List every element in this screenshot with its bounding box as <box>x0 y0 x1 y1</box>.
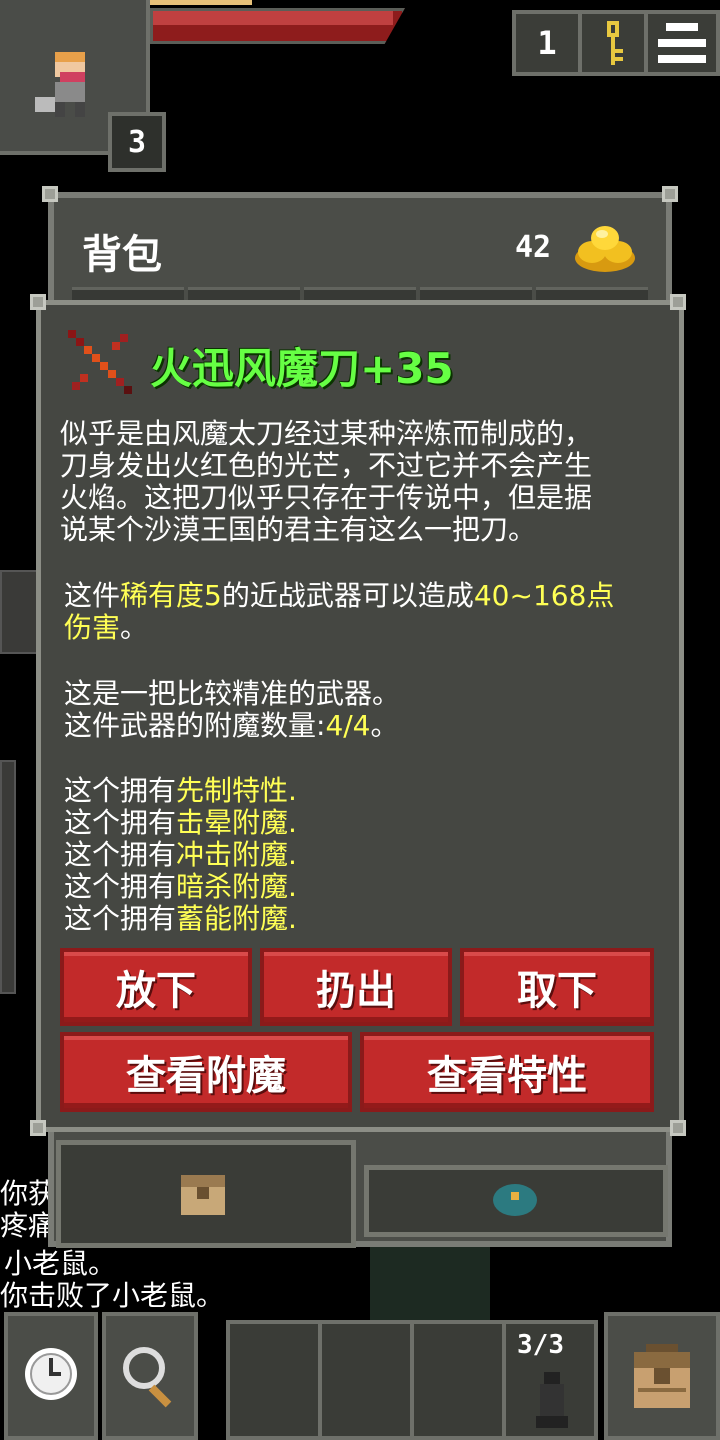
item-name: 火迅风魔刀+35 <box>150 344 454 393</box>
dialog-corner <box>670 1120 686 1136</box>
throw-button[interactable]: 扔出 <box>260 948 452 1026</box>
search-icon <box>123 1347 172 1408</box>
drop-button[interactable]: 放下 <box>60 948 252 1026</box>
gold-pile-icon <box>575 226 635 272</box>
bag-slot-backpack[interactable] <box>56 1140 356 1248</box>
game-log-line: 你获 <box>0 1178 48 1210</box>
menu-button[interactable] <box>644 10 720 76</box>
trait-line: 这个拥有先制特性. <box>64 774 297 807</box>
trait-line: 这个拥有击晕附魔. <box>64 806 297 839</box>
gold-amount: 42 <box>515 230 552 265</box>
sword-icon <box>68 330 132 394</box>
search-button[interactable] <box>102 1312 198 1440</box>
damage-value: 40~168点 <box>473 579 615 612</box>
key-button[interactable] <box>578 10 648 76</box>
depth-indicator: 3 <box>108 112 166 172</box>
wait-button[interactable] <box>4 1312 98 1440</box>
game-log-line: 你击败了小老鼠。 <box>0 1279 225 1312</box>
quickslot-3[interactable] <box>410 1320 506 1440</box>
trait-line: 这个拥有暗杀附魔. <box>64 870 297 903</box>
key-icon <box>607 21 623 65</box>
item-traits: 这个拥有先制特性. 这个拥有击晕附魔. 这个拥有冲击附魔. 这个拥有暗杀附魔. … <box>64 775 664 935</box>
dungeon-floor <box>370 1240 490 1320</box>
dialog-corner <box>30 1120 46 1136</box>
dialog-corner <box>670 294 686 310</box>
hero-avatar-icon <box>35 52 85 117</box>
dungeon-wall <box>0 570 38 654</box>
backpack-icon <box>181 1175 225 1215</box>
quickslot-2[interactable] <box>318 1320 414 1440</box>
dungeon-wall <box>0 760 16 994</box>
danger-indicator[interactable]: 1 <box>512 10 582 76</box>
health-bar-fill <box>153 11 393 25</box>
description-line: 似乎是由风魔太刀经过某种淬炼而制成的， <box>60 417 593 450</box>
menu-icon <box>658 23 706 63</box>
inventory-button[interactable] <box>604 1312 720 1440</box>
trait-line: 这个拥有蓄能附魔. <box>64 902 297 935</box>
item-description: 似乎是由风魔太刀经过某种淬炼而制成的， 刀身发出火红色的光芒，不过它并不会产生 … <box>60 418 660 546</box>
view-traits-button[interactable]: 查看特性 <box>360 1032 654 1112</box>
rarity-value: 稀有度5 <box>120 579 222 612</box>
quickslot-4[interactable]: 3/3 <box>502 1320 598 1440</box>
game-log-line: 小老鼠。 <box>4 1247 117 1280</box>
unequip-button[interactable]: 取下 <box>460 948 654 1026</box>
backpack-title: 背包 <box>82 232 162 278</box>
dart-icon <box>536 1372 568 1428</box>
dialog-corner <box>30 294 46 310</box>
quickslot-count: 3/3 <box>517 1330 564 1360</box>
backpack-icon <box>634 1344 690 1408</box>
description-line: 刀身发出火红色的光芒，不过它并不会产生 <box>60 449 593 482</box>
game-log-line: 疼痛 <box>0 1210 48 1242</box>
window-corner <box>662 186 678 202</box>
accuracy-line: 这是一把比较精准的武器。 <box>64 677 401 710</box>
window-corner <box>42 186 58 202</box>
seed-icon <box>493 1184 537 1216</box>
enchant-count-line: 这件武器的附魔数量:4/4。 <box>64 709 399 742</box>
clock-icon <box>25 1348 77 1400</box>
description-line: 火焰。这把刀似乎只存在于传说中，但是据 <box>60 481 593 514</box>
item-properties: 这是一把比较精准的武器。 这件武器的附魔数量:4/4。 <box>64 678 664 742</box>
view-enchant-button[interactable]: 查看附魔 <box>60 1032 352 1112</box>
trait-line: 这个拥有冲击附魔. <box>64 838 297 871</box>
item-stats: 这件稀有度5的近战武器可以造成40~168点 伤害。 <box>64 579 615 644</box>
quickslot-1[interactable] <box>226 1320 322 1440</box>
description-line: 说某个沙漠王国的君主有这么一把刀。 <box>60 513 537 546</box>
bag-slot-seed[interactable] <box>364 1165 668 1237</box>
